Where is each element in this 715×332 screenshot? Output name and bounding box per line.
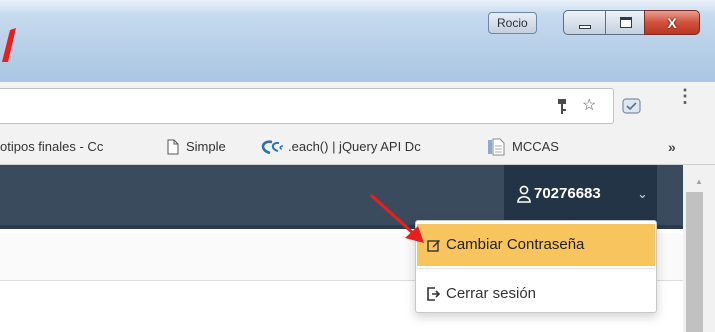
- profile-button[interactable]: Rocio: [488, 12, 537, 34]
- window-title-bar: Rocio X: [0, 0, 715, 82]
- bookmark-label: MCCAS: [512, 139, 559, 154]
- vertical-scrollbar[interactable]: ▲: [683, 165, 715, 332]
- bookmarks-bar: otipos finales - Cc Simple .each() | jQu…: [0, 130, 715, 165]
- address-bar[interactable]: ☆: [0, 88, 614, 124]
- extension-icon[interactable]: [620, 94, 644, 118]
- maximize-button[interactable]: [605, 10, 645, 35]
- change-password-label: Cambiar Contraseña: [446, 236, 585, 253]
- edit-icon: [427, 240, 440, 252]
- logout-label: Cerrar sesión: [446, 285, 537, 302]
- bookmark-item-mccas[interactable]: MCCAS: [512, 130, 559, 164]
- logout-menu-item[interactable]: Cerrar sesión: [417, 273, 655, 315]
- bookmark-label: .each() | jQuery API Dc: [288, 130, 466, 164]
- page-icon: [167, 139, 179, 155]
- scrollbar-thumb[interactable]: [686, 192, 703, 332]
- bookmark-item-jquery[interactable]: .each() | jQuery API Dc: [288, 130, 466, 164]
- user-dropdown-menu: Cambiar Contraseña Cerrar sesión: [415, 220, 657, 313]
- sign-out-icon: [427, 287, 441, 301]
- bookmark-label: otipos finales - Cc: [0, 130, 147, 164]
- bookmark-item[interactable]: otipos finales - Cc: [0, 130, 147, 164]
- chevron-down-icon: ⌄: [637, 186, 648, 201]
- window-controls: X: [563, 10, 700, 35]
- browser-menu-button[interactable]: ⋮: [676, 87, 694, 105]
- document-icon: [488, 138, 505, 156]
- bookmark-label: Simple: [186, 139, 226, 154]
- maximize-icon: [620, 17, 632, 28]
- change-password-menu-item[interactable]: Cambiar Contraseña: [417, 224, 655, 266]
- username-label: 70276683: [534, 185, 601, 202]
- close-icon: X: [667, 15, 677, 31]
- browser-toolbar: ☆ ⋮: [0, 82, 715, 130]
- bookmarks-overflow-button[interactable]: »: [668, 130, 676, 164]
- star-icon[interactable]: ☆: [582, 96, 596, 116]
- menu-divider: [417, 268, 655, 269]
- close-button[interactable]: X: [644, 10, 700, 35]
- user-menu-toggle[interactable]: 70276683 ⌄: [504, 165, 657, 225]
- minimize-button[interactable]: [563, 10, 606, 35]
- jquery-icon: [261, 140, 284, 154]
- key-icon[interactable]: [555, 98, 569, 116]
- scroll-up-icon[interactable]: ▲: [683, 177, 715, 187]
- red-annotation-stroke: [2, 28, 16, 62]
- bookmark-item-simple[interactable]: Simple: [186, 130, 226, 164]
- vertical-dots-icon: ⋮: [676, 86, 694, 106]
- minimize-icon: [579, 25, 591, 29]
- user-icon: [517, 185, 531, 203]
